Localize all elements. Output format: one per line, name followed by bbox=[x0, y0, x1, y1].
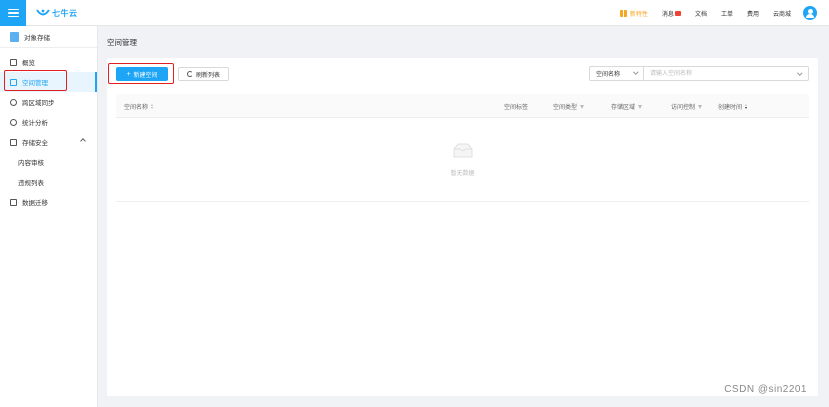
page-title: 空间管理 bbox=[107, 38, 137, 47]
sidebar-item-data-migration[interactable]: 数据迁移 bbox=[0, 192, 97, 212]
highlight-box-sidebar bbox=[4, 70, 67, 91]
sidebar-item-label: 跨区域同步 bbox=[22, 100, 55, 107]
sidebar-product[interactable]: 对象存储 bbox=[0, 26, 97, 48]
table-header: 空间名称 空间标签 空间类型 存储区域 访问控制 创建时间 bbox=[116, 94, 809, 118]
sidebar-item-statistics[interactable]: 统计分析 bbox=[0, 112, 97, 132]
filter-icon bbox=[580, 104, 585, 109]
search-field-value: 空间名称 bbox=[596, 72, 621, 78]
search-field-select[interactable]: 空间名称 bbox=[590, 67, 644, 80]
bucket-icon bbox=[10, 31, 19, 42]
sidebar-item-label: 存储安全 bbox=[22, 140, 48, 147]
sidebar-item-label: 统计分析 bbox=[22, 120, 48, 127]
column-bucket-type[interactable]: 空间类型 bbox=[553, 102, 585, 111]
column-access-control[interactable]: 访问控制 bbox=[671, 102, 703, 111]
refresh-button[interactable]: 刷新列表 bbox=[178, 67, 229, 81]
nav-market-label: 云商城 bbox=[772, 11, 791, 18]
nav-new-features[interactable]: 新特性 bbox=[619, 9, 648, 18]
nav-tickets[interactable]: 工单 bbox=[721, 9, 733, 18]
gift-icon bbox=[619, 9, 627, 17]
refresh-icon bbox=[186, 71, 193, 77]
chart-icon bbox=[10, 118, 17, 126]
sidebar-item-label: 概览 bbox=[22, 60, 35, 67]
column-label: 空间标签 bbox=[504, 105, 529, 111]
column-bucket-name[interactable]: 空间名称 bbox=[124, 102, 154, 111]
shield-icon bbox=[10, 138, 17, 146]
menu-button[interactable] bbox=[0, 0, 26, 26]
cloud-sync-icon bbox=[10, 98, 17, 106]
search-group: 空间名称 bbox=[589, 66, 809, 81]
table-empty-state: 暂无数据 bbox=[116, 118, 809, 202]
nav-docs-label: 文档 bbox=[694, 11, 707, 18]
refresh-label: 刷新列表 bbox=[195, 72, 220, 79]
migration-icon bbox=[10, 198, 17, 206]
filter-icon bbox=[698, 104, 703, 109]
column-label: 空间类型 bbox=[553, 105, 578, 111]
sort-icon bbox=[151, 103, 154, 110]
top-bar: 七牛云 新特性 消息 文档 工单 费用 云商城 bbox=[0, 0, 829, 26]
avatar[interactable] bbox=[803, 6, 817, 20]
column-label: 存储区域 bbox=[611, 105, 636, 111]
top-nav: 新特性 消息 文档 工单 费用 云商城 bbox=[619, 0, 829, 26]
sidebar-item-overview[interactable]: 概览 bbox=[0, 52, 97, 72]
empty-text: 暂无数据 bbox=[450, 171, 475, 177]
sidebar-item-content-review[interactable]: 内容审核 bbox=[0, 152, 97, 172]
nav-billing[interactable]: 费用 bbox=[747, 9, 759, 18]
nav-tickets-label: 工单 bbox=[720, 11, 733, 18]
qiniu-logo-icon bbox=[36, 9, 50, 16]
chevron-up-icon bbox=[80, 138, 86, 144]
hamburger-icon bbox=[7, 8, 19, 18]
logo-text: 七牛云 bbox=[52, 8, 78, 18]
sidebar-item-cross-region-sync[interactable]: 跨区域同步 bbox=[0, 92, 97, 112]
nav-market[interactable]: 云商城 bbox=[773, 9, 791, 18]
filter-icon bbox=[638, 104, 643, 109]
nav-messages-label: 消息 bbox=[661, 11, 674, 18]
sort-icon bbox=[745, 103, 748, 110]
column-storage-region[interactable]: 存储区域 bbox=[611, 102, 643, 111]
nav-messages[interactable]: 消息 bbox=[662, 9, 681, 18]
sidebar-item-label: 数据迁移 bbox=[22, 200, 48, 207]
column-label: 访问控制 bbox=[671, 105, 696, 111]
sidebar-product-label: 对象存储 bbox=[24, 34, 50, 42]
message-badge bbox=[674, 10, 681, 16]
nav-docs[interactable]: 文档 bbox=[695, 9, 707, 18]
watermark: CSDN @sin2201 bbox=[724, 384, 807, 395]
sidebar-item-violations[interactable]: 违规列表 bbox=[0, 172, 97, 192]
column-label: 空间名称 bbox=[124, 105, 149, 111]
column-label: 创建时间 bbox=[718, 105, 743, 111]
sidebar-item-label: 内容审核 bbox=[18, 160, 44, 167]
chevron-down-icon bbox=[632, 69, 638, 75]
sidebar-item-label: 违规列表 bbox=[18, 180, 44, 187]
nav-new-label: 新特性 bbox=[629, 11, 648, 18]
highlight-box-new-button bbox=[108, 63, 174, 84]
column-bucket-tags: 空间标签 bbox=[504, 102, 528, 111]
logo[interactable]: 七牛云 bbox=[36, 7, 78, 19]
grid-icon bbox=[10, 58, 17, 66]
search-input[interactable] bbox=[644, 67, 808, 80]
column-created-time[interactable]: 创建时间 bbox=[718, 102, 748, 111]
nav-billing-label: 费用 bbox=[746, 11, 759, 18]
sidebar-item-storage-security[interactable]: 存储安全 bbox=[0, 132, 97, 152]
empty-inbox-icon bbox=[453, 143, 473, 158]
